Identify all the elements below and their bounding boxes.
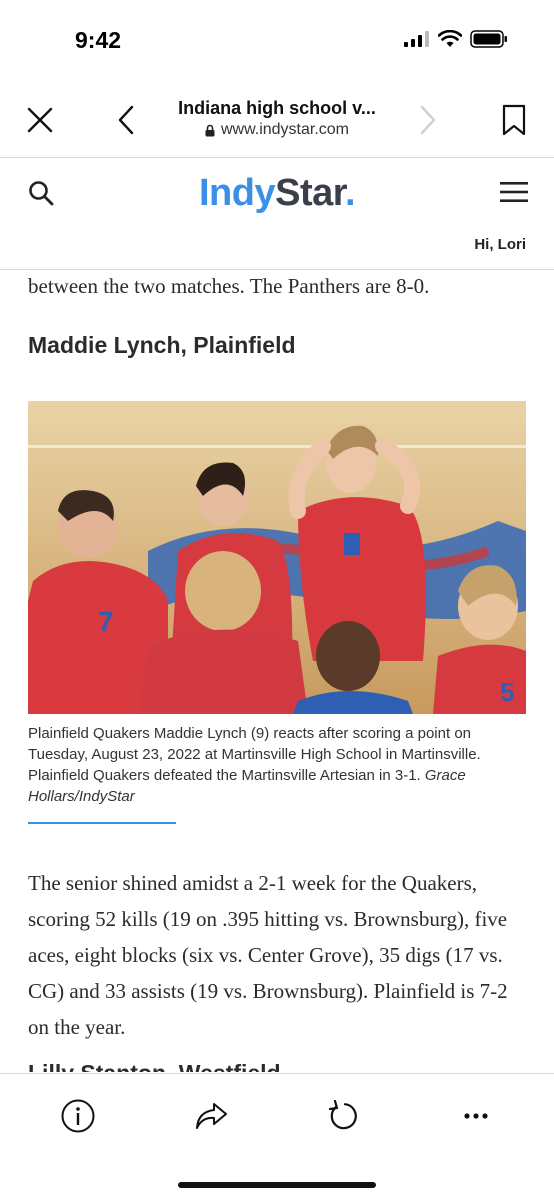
forward-chevron-icon [420, 105, 436, 135]
status-icons [404, 30, 508, 48]
browser-toolbar: Indiana high school v... www.indystar.co… [0, 80, 554, 158]
lock-icon [205, 124, 215, 136]
share-icon [196, 1103, 227, 1129]
bottom-toolbar [0, 1073, 554, 1200]
url-host[interactable]: www.indystar.com [120, 121, 434, 139]
article-paragraph-2: The senior shined amidst a 2-1 week for … [28, 871, 508, 1039]
menu-button[interactable] [500, 180, 528, 204]
home-indicator[interactable] [178, 1182, 376, 1188]
svg-text:7: 7 [98, 606, 114, 637]
hamburger-menu-icon [500, 182, 528, 202]
forward-button[interactable] [408, 100, 448, 140]
reload-button[interactable] [321, 1094, 365, 1138]
url-host-text: www.indystar.com [220, 121, 350, 138]
site-header: IndyStar. Hi, Lori [0, 158, 554, 270]
svg-text:5: 5 [500, 677, 514, 707]
logo-star: Star [275, 172, 345, 214]
athlete-subhead: Maddie Lynch, Plainfield [28, 332, 296, 358]
user-greeting[interactable]: Hi, Lori [474, 236, 526, 253]
bookmark-icon [502, 104, 526, 136]
next-athlete-subhead: Lilly Stanton, Westfield [28, 1060, 281, 1072]
bookmark-button[interactable] [494, 100, 534, 140]
status-bar: 9:42 [0, 0, 554, 80]
logo-dot: . [344, 172, 356, 214]
volleyball-team-photo: 7 5 [28, 401, 526, 714]
close-icon [27, 107, 53, 133]
battery-icon [470, 30, 507, 48]
article-body: between the two matches. The Panthers ar… [0, 270, 554, 1072]
wifi-icon [438, 30, 462, 47]
more-icon [464, 1113, 488, 1119]
info-button[interactable] [56, 1094, 100, 1138]
share-button[interactable] [189, 1094, 233, 1138]
photo-caption: Plainfield Quakers Maddie Lynch (9) reac… [28, 723, 528, 807]
caption-divider [28, 822, 176, 824]
article-photo[interactable]: 7 5 [28, 401, 526, 714]
article-paragraph: between the two matches. The Panthers ar… [28, 274, 430, 298]
caption-text: Plainfield Quakers Maddie Lynch (9) reac… [28, 725, 481, 784]
logo-indy: Indy [198, 172, 276, 214]
status-time: 9:42 [75, 27, 122, 53]
signal-icon [404, 31, 429, 47]
reload-icon [328, 1100, 357, 1130]
info-icon [61, 1099, 95, 1133]
page-title[interactable]: Indiana high school v... [120, 98, 434, 119]
more-button[interactable] [454, 1094, 498, 1138]
indystar-logo[interactable]: IndyStar. [0, 172, 554, 215]
close-button[interactable] [20, 100, 60, 140]
